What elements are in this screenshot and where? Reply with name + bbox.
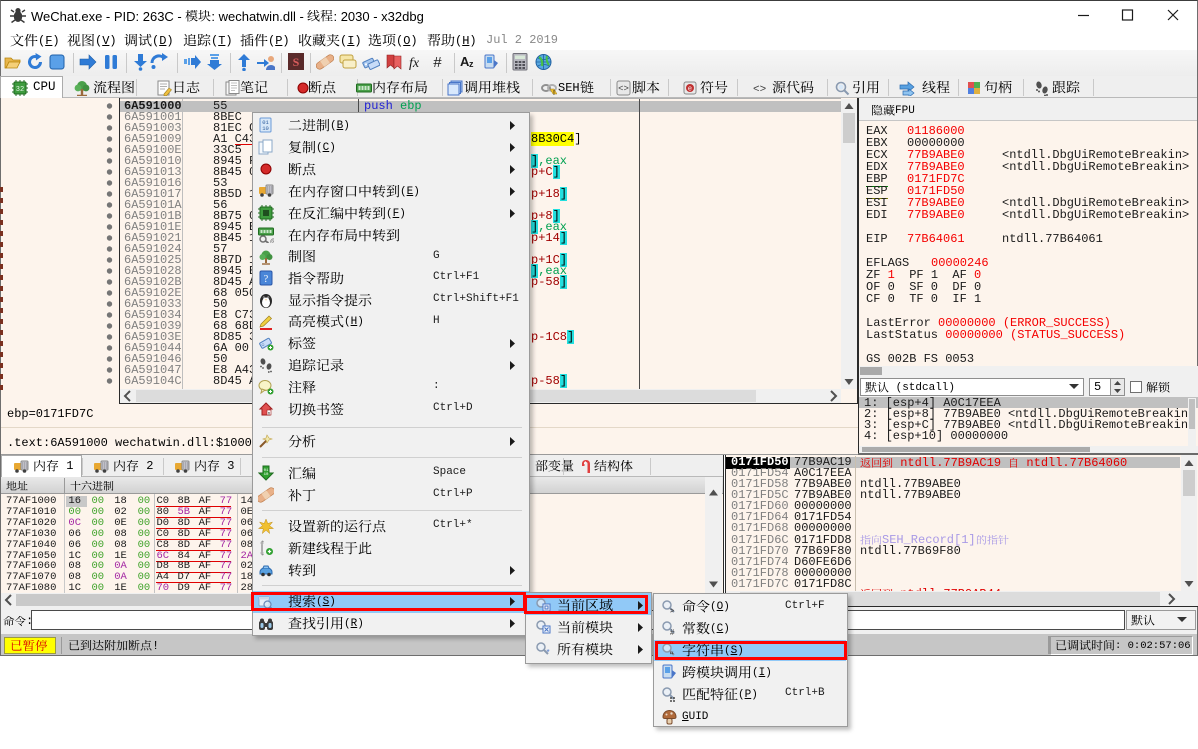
svg-text:e: e (688, 86, 692, 93)
svg-text:<>: <> (753, 84, 766, 96)
svg-text:S: S (293, 55, 300, 69)
svg-text:#: # (433, 55, 442, 71)
svg-text:@: @ (270, 239, 274, 243)
svg-text:fx: fx (409, 56, 420, 71)
svg-text:10: 10 (264, 473, 269, 477)
svg-text:<>: <> (618, 84, 629, 94)
svg-text:z: z (469, 59, 474, 69)
svg-text:!: ! (553, 90, 555, 96)
svg-text:*: * (547, 648, 550, 657)
svg-text:#: # (670, 628, 675, 637)
svg-text:?: ? (264, 274, 269, 285)
svg-text:>: > (670, 608, 674, 615)
svg-text:10: 10 (262, 125, 269, 132)
